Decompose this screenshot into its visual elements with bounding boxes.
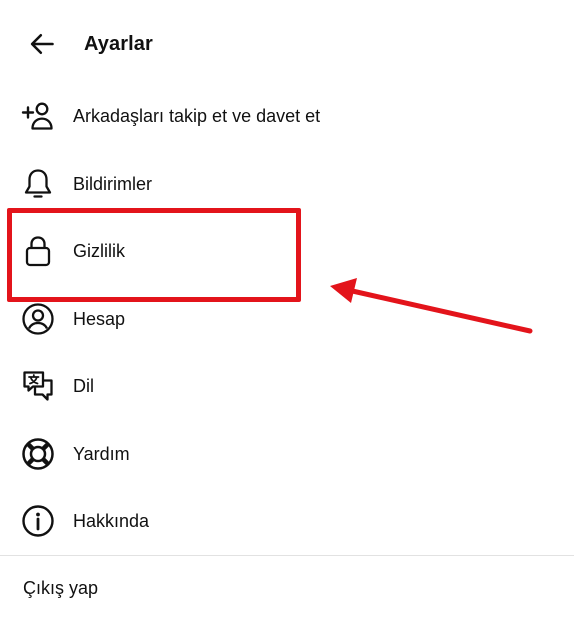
add-person-icon	[20, 98, 56, 134]
menu-item-label: Gizlilik	[73, 241, 125, 261]
header: Ayarlar	[0, 0, 574, 86]
menu-item-label: Hesap	[73, 309, 126, 329]
menu-item-about[interactable]: Hakkında	[0, 489, 574, 553]
lock-icon	[20, 233, 56, 269]
arrow-left-icon	[30, 33, 54, 55]
menu-item-notifications[interactable]: Bildirimler	[0, 152, 574, 216]
menu-item-label: Arkadaşları takip et ve davet et	[73, 106, 321, 126]
bell-icon	[20, 166, 56, 202]
divider	[0, 555, 574, 556]
menu-item-label: Dil	[73, 376, 94, 396]
info-icon	[20, 503, 56, 539]
page-title: Ayarlar	[84, 33, 153, 55]
translate-icon	[20, 368, 56, 404]
menu-item-language[interactable]: Dil	[0, 354, 574, 418]
settings-screen: Ayarlar Arkadaşları takip et ve davet et…	[0, 0, 574, 634]
lifebuoy-icon	[20, 436, 56, 472]
menu-item-account[interactable]: Hesap	[0, 287, 574, 351]
logout-label: Çıkış yap	[23, 578, 99, 598]
menu-item-follow-invite[interactable]: Arkadaşları takip et ve davet et	[0, 84, 574, 148]
menu-item-label: Bildirimler	[73, 174, 153, 194]
menu-item-privacy[interactable]: Gizlilik	[0, 219, 574, 283]
logout-button[interactable]: Çıkış yap	[0, 558, 574, 618]
menu-item-label: Hakkında	[73, 511, 150, 531]
account-circle-icon	[20, 301, 56, 337]
menu-item-help[interactable]: Yardım	[0, 422, 574, 486]
menu-item-label: Yardım	[73, 444, 130, 464]
back-button[interactable]	[18, 24, 66, 64]
